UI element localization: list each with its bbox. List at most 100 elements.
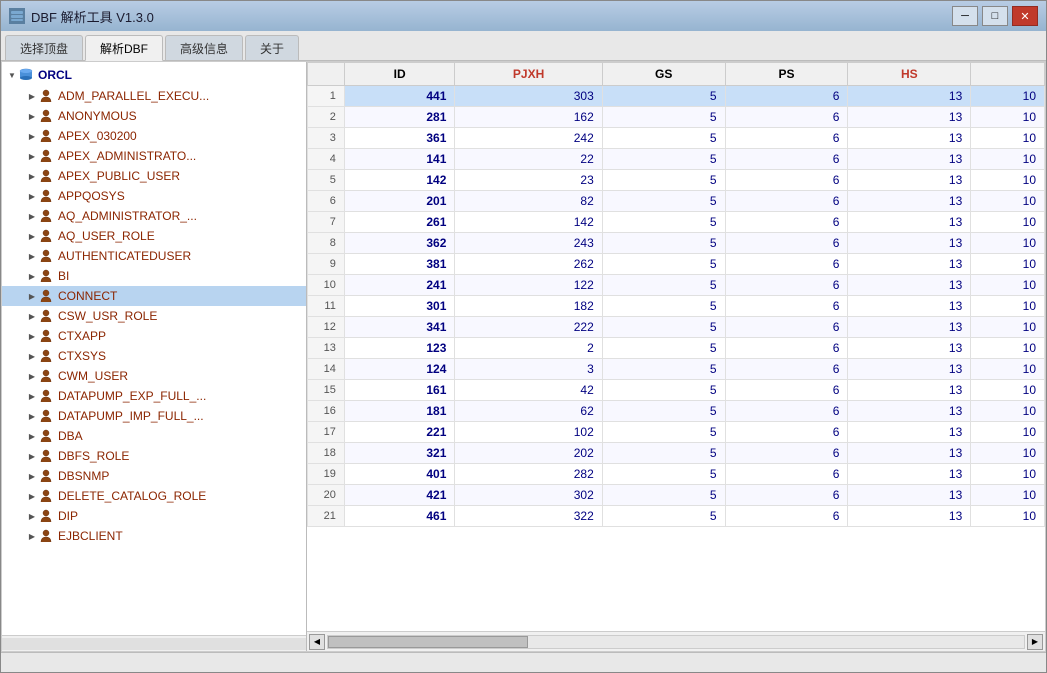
- tab-parse-dbf[interactable]: 解析DBF: [85, 35, 163, 61]
- expand-arrow[interactable]: [26, 190, 38, 202]
- cell-ps: 6: [725, 128, 848, 149]
- table-row[interactable]: 17221102561310: [308, 422, 1045, 443]
- expand-arrow[interactable]: [26, 310, 38, 322]
- expand-arrow[interactable]: [26, 150, 38, 162]
- expand-arrow[interactable]: [26, 370, 38, 382]
- table-row[interactable]: 9381262561310: [308, 254, 1045, 275]
- table-row[interactable]: 10241122561310: [308, 275, 1045, 296]
- hscroll-track[interactable]: [2, 638, 306, 650]
- tree-item[interactable]: CTXSYS: [2, 346, 306, 366]
- tree-item-label: CTXAPP: [58, 329, 106, 343]
- table-row[interactable]: 18321202561310: [308, 443, 1045, 464]
- expand-arrow[interactable]: [26, 130, 38, 142]
- expand-arrow[interactable]: [26, 390, 38, 402]
- cell-gs: 5: [602, 296, 725, 317]
- restore-button[interactable]: □: [982, 6, 1008, 26]
- tree-item[interactable]: APEX_PUBLIC_USER: [2, 166, 306, 186]
- tree-item[interactable]: CWM_USER: [2, 366, 306, 386]
- tree-item[interactable]: AQ_ADMINISTRATOR_...: [2, 206, 306, 226]
- expand-arrow[interactable]: [26, 170, 38, 182]
- tree-item[interactable]: DIP: [2, 506, 306, 526]
- tab-about[interactable]: 关于: [245, 35, 299, 60]
- tree-item[interactable]: AQ_USER_ROLE: [2, 226, 306, 246]
- left-panel-hscroll[interactable]: [2, 635, 306, 651]
- table-row[interactable]: 19401282561310: [308, 464, 1045, 485]
- cell-pjxh: 162: [455, 107, 602, 128]
- tree-item[interactable]: DBFS_ROLE: [2, 446, 306, 466]
- expand-arrow[interactable]: [26, 490, 38, 502]
- cell-ps: 6: [725, 212, 848, 233]
- cell-gs: 5: [602, 128, 725, 149]
- table-row[interactable]: 1618162561310: [308, 401, 1045, 422]
- cell-extra: 10: [971, 233, 1045, 254]
- tree-item[interactable]: CONNECT: [2, 286, 306, 306]
- table-row[interactable]: 11301182561310: [308, 296, 1045, 317]
- expand-arrow[interactable]: [26, 270, 38, 282]
- table-container[interactable]: ID PJXH GS PS HS 14413035613102281162561…: [307, 62, 1045, 631]
- table-row[interactable]: 2281162561310: [308, 107, 1045, 128]
- tab-select-disk[interactable]: 选择顶盘: [5, 35, 83, 60]
- table-row[interactable]: 141243561310: [308, 359, 1045, 380]
- tree-item[interactable]: DBA: [2, 426, 306, 446]
- expand-arrow[interactable]: [26, 470, 38, 482]
- tree-item[interactable]: AUTHENTICATEDUSER: [2, 246, 306, 266]
- tree-item[interactable]: BI: [2, 266, 306, 286]
- table-row[interactable]: 620182561310: [308, 191, 1045, 212]
- tree-item[interactable]: DATAPUMP_IMP_FULL_...: [2, 406, 306, 426]
- expand-arrow[interactable]: [26, 210, 38, 222]
- tab-advanced-info[interactable]: 高级信息: [165, 35, 243, 60]
- cell-rownum: 2: [308, 107, 345, 128]
- table-row[interactable]: 1441303561310: [308, 86, 1045, 107]
- tree-item[interactable]: DATAPUMP_EXP_FULL_...: [2, 386, 306, 406]
- cell-hs: 13: [848, 485, 971, 506]
- table-row[interactable]: 21461322561310: [308, 506, 1045, 527]
- tree-item[interactable]: CTXAPP: [2, 326, 306, 346]
- expand-arrow[interactable]: [26, 410, 38, 422]
- table-row[interactable]: 12341222561310: [308, 317, 1045, 338]
- expand-arrow[interactable]: [26, 290, 38, 302]
- table-row[interactable]: 1516142561310: [308, 380, 1045, 401]
- close-button[interactable]: ✕: [1012, 6, 1038, 26]
- expand-arrow[interactable]: [26, 250, 38, 262]
- expand-arrow[interactable]: [26, 530, 38, 542]
- tree-item[interactable]: EJBCLIENT: [2, 526, 306, 546]
- expand-arrow[interactable]: [26, 450, 38, 462]
- expand-arrow[interactable]: [26, 510, 38, 522]
- tree-item[interactable]: DELETE_CATALOG_ROLE: [2, 486, 306, 506]
- tree-item[interactable]: APEX_030200: [2, 126, 306, 146]
- cell-hs: 13: [848, 380, 971, 401]
- expand-arrow[interactable]: [26, 110, 38, 122]
- cell-ps: 6: [725, 107, 848, 128]
- expand-arrow[interactable]: [26, 350, 38, 362]
- expand-arrow[interactable]: [26, 330, 38, 342]
- minimize-button[interactable]: ─: [952, 6, 978, 26]
- expand-arrow[interactable]: [26, 430, 38, 442]
- cell-hs: 13: [848, 170, 971, 191]
- table-row[interactable]: 20421302561310: [308, 485, 1045, 506]
- title-bar: DBF 解析工具 V1.3.0 ─ □ ✕: [1, 1, 1046, 31]
- scroll-right-btn[interactable]: ▶: [1027, 634, 1043, 650]
- table-row[interactable]: 514223561310: [308, 170, 1045, 191]
- tree-item[interactable]: APPQOSYS: [2, 186, 306, 206]
- tree-item[interactable]: CSW_USR_ROLE: [2, 306, 306, 326]
- cell-rownum: 21: [308, 506, 345, 527]
- table-row[interactable]: 3361242561310: [308, 128, 1045, 149]
- scroll-left-btn[interactable]: ◀: [309, 634, 325, 650]
- tree-item[interactable]: ADM_PARALLEL_EXECU...: [2, 86, 306, 106]
- cell-hs: 13: [848, 191, 971, 212]
- cell-ps: 6: [725, 191, 848, 212]
- root-expand-arrow[interactable]: [6, 69, 18, 81]
- tree-item[interactable]: ANONYMOUS: [2, 106, 306, 126]
- scroll-track[interactable]: [327, 635, 1025, 649]
- tree-item[interactable]: APEX_ADMINISTRATO...: [2, 146, 306, 166]
- table-row[interactable]: 8362243561310: [308, 233, 1045, 254]
- tree-container[interactable]: ORCL ADM_PARALLEL_EXECU... ANONYMOUS APE…: [2, 62, 306, 635]
- expand-arrow[interactable]: [26, 90, 38, 102]
- user-icon: [38, 208, 54, 224]
- table-row[interactable]: 414122561310: [308, 149, 1045, 170]
- expand-arrow[interactable]: [26, 230, 38, 242]
- tree-item[interactable]: DBSNMP: [2, 466, 306, 486]
- tree-root-item[interactable]: ORCL: [2, 64, 306, 86]
- table-row[interactable]: 131232561310: [308, 338, 1045, 359]
- table-row[interactable]: 7261142561310: [308, 212, 1045, 233]
